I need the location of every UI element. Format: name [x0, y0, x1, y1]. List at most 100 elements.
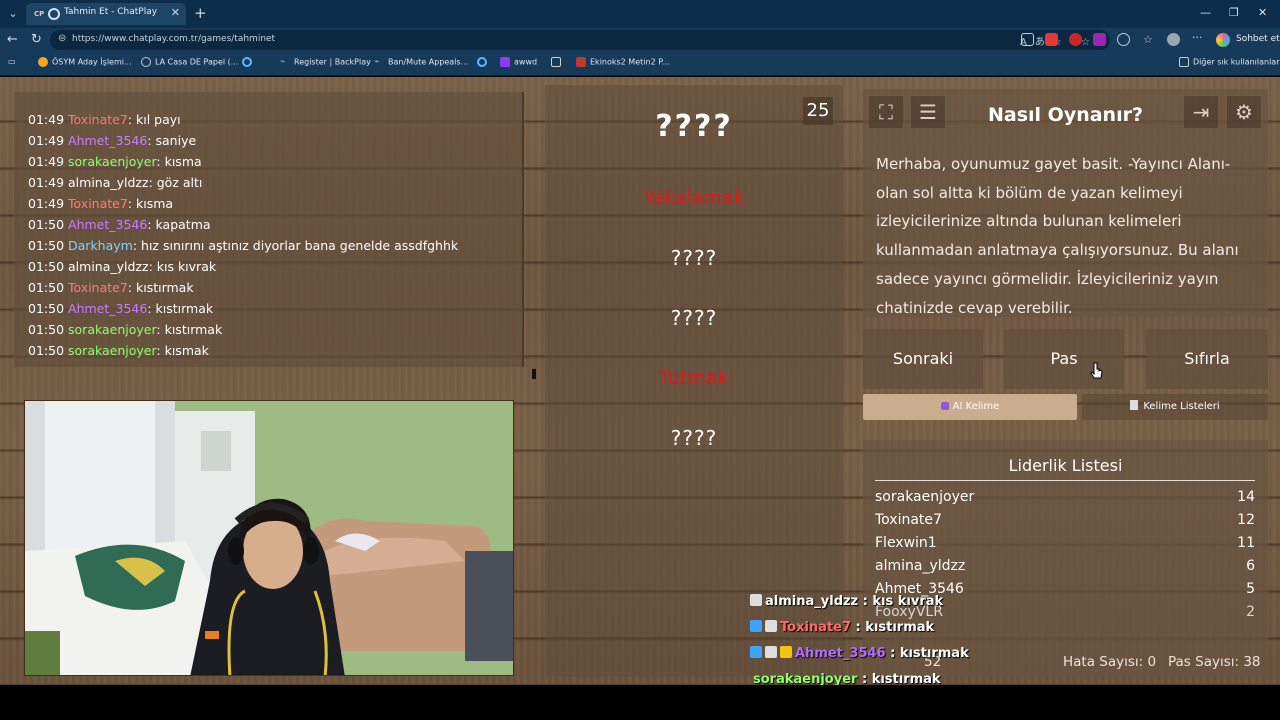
reload-icon[interactable]: ↻	[31, 32, 42, 48]
back-icon[interactable]: ←	[7, 32, 18, 48]
url-input[interactable]: ⊜ https://www.chatplay.com.tr/games/tahm…	[50, 30, 1110, 50]
chat-message: 01:49 sorakaenjoyer: kısma	[28, 154, 202, 170]
chat-timestamp: 01:49	[28, 196, 65, 211]
chat-username[interactable]: Toxinate7	[68, 112, 128, 127]
chat-username[interactable]: sorakaenjoyer	[68, 343, 156, 358]
chat-text: : kısma	[156, 154, 202, 169]
chat-scrollbar[interactable]	[532, 369, 536, 379]
bookmark-item[interactable]: awwd	[500, 57, 537, 67]
leaderboard-name: Toxinate7	[875, 512, 942, 528]
bookmark-item[interactable]	[242, 57, 256, 67]
more-options-icon[interactable]: ···	[1192, 32, 1205, 46]
chat-message: 01:50 almina_yldzz: kıs kıvrak	[28, 259, 216, 275]
reset-button[interactable]: Sıfırla	[1146, 329, 1268, 389]
chat-username[interactable]: sorakaenjoyer	[68, 154, 156, 169]
leaderboard-name: almina_yldzz	[875, 558, 966, 574]
ai-icon	[940, 402, 949, 410]
hidden-word: ????	[655, 109, 733, 144]
chat-username[interactable]: Darkhaym	[68, 238, 133, 253]
extension-icon[interactable]	[1093, 33, 1106, 46]
chat-username[interactable]: sorakaenjoyer	[68, 322, 156, 337]
leaderboard-row: Flexwin1 11	[875, 532, 1255, 554]
chat-timestamp: 01:50	[28, 322, 65, 337]
copilot-label: Sohbet et	[1236, 34, 1280, 44]
chat-message: 01:49 Ahmet_3546: saniye	[28, 133, 196, 149]
chat-badge-icon	[750, 594, 762, 606]
mouse-cursor-icon	[1090, 362, 1103, 379]
chat-badge-icon	[765, 620, 777, 632]
bookmark-icon	[551, 57, 561, 67]
chat-text: : kıstırmak	[147, 301, 214, 316]
leaderboard-title: Liderlik Listesi	[1008, 456, 1123, 475]
next-button[interactable]: Sonraki	[863, 329, 983, 389]
leaderboard-score: 2	[1246, 604, 1255, 620]
exit-icon[interactable]: ⇥	[1184, 96, 1218, 128]
chat-username[interactable]: almina_yldzz	[68, 175, 149, 190]
overlay-chat-message: Ahmet_3546 : kıstırmak	[750, 646, 969, 661]
overlay-chat-message: Toxinate7 : kıstırmak	[750, 620, 934, 635]
chat-timestamp: 01:49	[28, 133, 65, 148]
chat-message: 01:50 sorakaenjoyer: kısmak	[28, 343, 209, 359]
browser-tab[interactable]: CP Tahmin Et - ChatPlay ✕	[26, 3, 186, 25]
chat-timestamp: 01:50	[28, 280, 65, 295]
chat-username[interactable]: almina_yldzz	[68, 259, 149, 274]
chat-username[interactable]: Toxinate7	[68, 280, 128, 295]
chat-username[interactable]: Ahmet_3546	[68, 301, 147, 316]
extension-icon[interactable]	[1069, 33, 1082, 46]
chat-message: 01:50 Toxinate7: kıstırmak	[28, 280, 194, 296]
maximize-icon[interactable]: ❐	[1229, 5, 1239, 21]
bookmarks-menu-icon[interactable]: ▭	[8, 57, 16, 66]
extension-icon[interactable]	[1021, 33, 1034, 46]
new-tab-icon[interactable]: +	[194, 4, 207, 22]
tab-actions-menu-icon[interactable]: ⌄	[4, 5, 22, 23]
window-close-icon[interactable]: ✕	[1258, 5, 1267, 21]
tab-word-lists[interactable]: Kelime Listeleri	[1082, 394, 1268, 420]
minimize-icon[interactable]: —	[1200, 5, 1211, 21]
chat-text: : kıs kıvrak	[148, 259, 217, 274]
leaderboard-score: 6	[1246, 558, 1255, 574]
favorites-icon[interactable]: ☆	[1143, 33, 1156, 46]
tab-ai-word-label: AI Kelime	[952, 401, 1000, 412]
bookmark-icon	[576, 57, 586, 67]
leaderboard-divider	[875, 480, 1255, 481]
leaderboard-row: Toxinate7 12	[875, 509, 1255, 531]
list-icon	[1130, 400, 1139, 410]
bookmark-item[interactable]: ÖSYM Aday İşlemi...	[38, 57, 132, 67]
chat-timestamp: 01:49	[28, 154, 65, 169]
bookmark-icon: ⌁	[374, 57, 380, 67]
bookmark-item[interactable]: Ekinoks2 Metin2 P...	[576, 57, 669, 67]
other-bookmarks[interactable]: Diğer sık kullanılanlar	[1179, 57, 1280, 67]
pass-button[interactable]: Pas	[1004, 329, 1124, 389]
site-info-icon[interactable]: ⊜	[58, 33, 66, 44]
copilot-chat-button[interactable]: Sohbet et	[1212, 30, 1280, 50]
chat-panel: 01:49 Toxinate7: kıl payı 01:49 Ahmet_354…	[14, 92, 536, 379]
gear-icon[interactable]: ⚙	[1227, 96, 1261, 128]
bookmark-label: Ban/Mute Appeals...	[388, 57, 469, 67]
bookmark-label: ÖSYM Aday İşlemi...	[52, 57, 132, 67]
copilot-icon	[1216, 33, 1230, 47]
bookmark-label: LA Casa DE Papel (...	[155, 57, 239, 67]
chat-badge-icon	[750, 646, 762, 658]
webcam-feed	[24, 400, 514, 676]
extensions-puzzle-icon[interactable]	[1117, 33, 1130, 46]
overlay-chat-username: almina_yldzz	[765, 594, 859, 609]
overlay-chat-username: Toxinate7	[780, 620, 852, 635]
bookmark-icon	[38, 57, 48, 67]
bookmark-item[interactable]: ⌁ Ban/Mute Appeals...	[374, 57, 468, 67]
overlay-chat-username: Ahmet_3546	[795, 646, 886, 661]
chat-username[interactable]: Ahmet_3546	[68, 217, 147, 232]
bookmark-item[interactable]: LA Casa DE Papel (...	[141, 57, 238, 67]
chat-username[interactable]: Ahmet_3546	[68, 133, 147, 148]
bookmark-item[interactable]	[551, 57, 565, 67]
bookmark-item[interactable]: ⌁ Register | BackPlay	[280, 57, 371, 67]
extension-icon[interactable]	[1045, 33, 1058, 46]
chat-message: 01:49 Toxinate7: kısma	[28, 196, 173, 212]
chat-username[interactable]: Toxinate7	[68, 196, 128, 211]
chat-timestamp: 01:50	[28, 259, 65, 274]
url-text: https://www.chatplay.com.tr/games/tahmin…	[72, 34, 276, 44]
tab-close-icon[interactable]: ✕	[171, 6, 180, 19]
profile-avatar[interactable]	[1167, 33, 1180, 46]
chat-badge-icon	[780, 646, 792, 658]
tab-ai-word[interactable]: AI Kelime	[863, 394, 1077, 420]
bookmark-item[interactable]	[477, 57, 491, 67]
